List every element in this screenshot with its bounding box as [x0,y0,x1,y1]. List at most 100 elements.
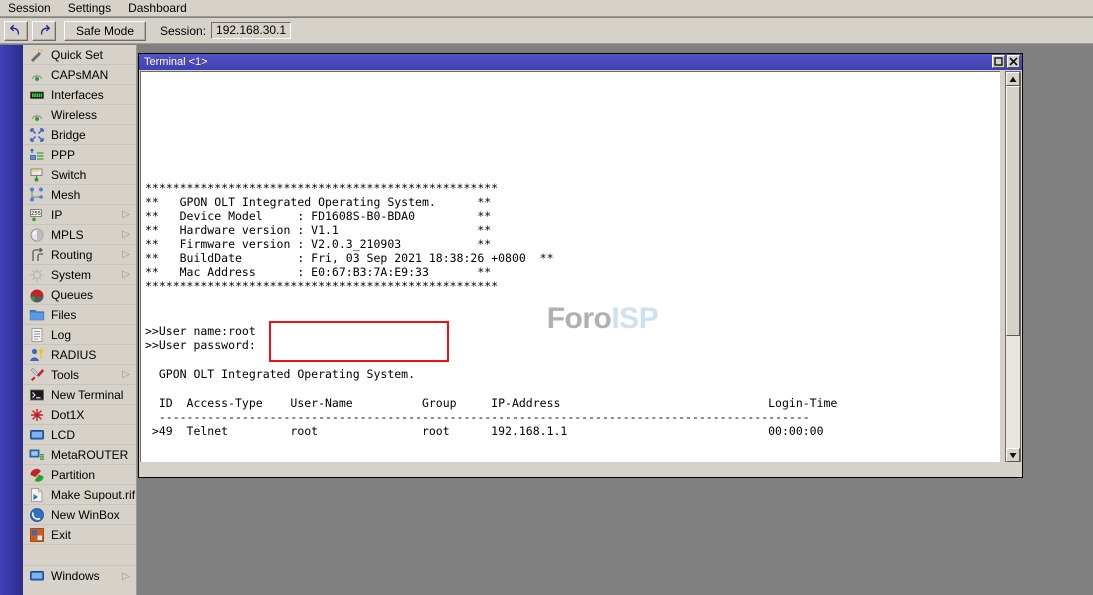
terminal-vertical-scrollbar[interactable] [1005,71,1021,463]
sidebar-item-label: Windows [51,569,100,583]
sidebar-menu-list: Quick Set CAPsMAN Interfaces Wireless [23,45,137,595]
bridge-icon [29,127,45,143]
scroll-up-arrow-icon [1009,76,1017,83]
terminal-icon [29,387,45,403]
lcd-icon [29,427,45,443]
menu-bar: Session Settings Dashboard [0,0,1093,17]
exit-icon [29,527,45,543]
sidebar-item-label: CAPsMAN [51,68,108,82]
metarouter-icon [29,447,45,463]
sidebar-item-label: System [51,268,91,282]
sidebar-item-exit[interactable]: Exit [23,525,136,545]
sidebar-item-ip[interactable]: 255 IP ▷ [23,205,136,225]
sidebar-item-label: Wireless [51,108,97,122]
scrollbar-track[interactable] [1006,86,1020,448]
sidebar-item-label: New Terminal [51,388,123,402]
menu-item-settings[interactable]: Settings [60,0,120,16]
sidebar-item-label: Mesh [51,188,80,202]
sidebar-item-label: RADIUS [51,348,96,362]
chevron-right-icon: ▷ [122,249,130,260]
close-button[interactable] [1007,55,1020,68]
sidebar-item-lcd[interactable]: LCD [23,425,136,445]
session-table-row: >49 Telnet root root 192.168.1.1 00:00:0… [145,424,824,438]
scrollbar-thumb[interactable] [1006,86,1020,336]
sidebar-item-dot1x[interactable]: Dot1X [23,405,136,425]
tools-icon [29,367,45,383]
dot1x-icon [29,407,45,423]
safe-mode-button[interactable]: Safe Mode [64,21,146,41]
sidebar-item-label: Tools [51,368,79,382]
winbox-brand-rail: WinBox [0,45,23,595]
scroll-up-button[interactable] [1006,72,1020,86]
sidebar-item-metarouter[interactable]: MetaROUTER [23,445,136,465]
windows-icon [29,568,45,584]
antenna-icon [29,67,45,83]
terminal-title-text: Terminal <1> [144,56,208,68]
sidebar-item-wireless[interactable]: Wireless [23,105,136,125]
chevron-right-icon: ▷ [122,369,130,380]
close-icon [1009,57,1018,66]
wand-icon [29,47,45,63]
sidebar-item-quick-set[interactable]: Quick Set [23,45,136,65]
redo-arrow-icon [37,24,51,37]
winbox-icon [29,507,45,523]
mesh-icon [29,187,45,203]
redo-button[interactable] [32,21,56,41]
sidebar-item-label: New WinBox [51,508,120,522]
maximize-button[interactable] [992,55,1005,68]
sidebar-item-label: Routing [51,248,92,262]
terminal-banner-text: ****************************************… [145,181,554,293]
sidebar-item-new-winbox[interactable]: New WinBox [23,505,136,525]
chevron-right-icon: ▷ [122,229,130,240]
scroll-down-button[interactable] [1006,448,1020,462]
log-icon [29,327,45,343]
sidebar-item-mpls[interactable]: MPLS ▷ [23,225,136,245]
supout-icon [29,487,45,503]
routing-icon [29,247,45,263]
sidebar-item-files[interactable]: Files [23,305,136,325]
session-address-field[interactable]: 192.168.30.1 [211,22,291,39]
toolbar: Safe Mode Session: 192.168.30.1 [0,18,1093,44]
sidebar-item-switch[interactable]: Switch [23,165,136,185]
maximize-icon [994,57,1003,66]
sidebar-item-make-supout[interactable]: Make Supout.rif [23,485,136,505]
undo-button[interactable] [4,21,28,41]
sidebar-item-label: Make Supout.rif [51,488,135,502]
terminal-body: ForoISP ********************************… [139,70,1022,477]
sidebar-item-label: Bridge [51,128,86,142]
sidebar-item-mesh[interactable]: Mesh [23,185,136,205]
sidebar-item-system[interactable]: System ▷ [23,265,136,285]
sidebar-item-interfaces[interactable]: Interfaces [23,85,136,105]
sidebar-item-label: Quick Set [51,48,103,62]
sidebar-item-radius[interactable]: RADIUS [23,345,136,365]
sidebar-item-log[interactable]: Log [23,325,136,345]
menu-item-session[interactable]: Session [0,0,60,16]
chevron-right-icon: ▷ [122,571,130,582]
sidebar-item-partition[interactable]: Partition [23,465,136,485]
sidebar-item-label: Log [51,328,71,342]
sidebar-item-queues[interactable]: Queues [23,285,136,305]
switch-icon [29,167,45,183]
sidebar-item-ppp[interactable]: PPP [23,145,136,165]
foroisp-watermark: ForoISP [484,298,658,340]
ip-255-icon: 255 [29,207,45,223]
sidebar-spacer [23,545,136,566]
chevron-right-icon: ▷ [122,269,130,280]
terminal-welcome-line: GPON OLT Integrated Operating System. [145,367,415,381]
sidebar-item-capsman[interactable]: CAPsMAN [23,65,136,85]
chevron-right-icon: ▷ [122,209,130,220]
login-highlight-box [269,321,449,362]
menu-item-dashboard[interactable]: Dashboard [120,0,196,16]
sidebar-item-tools[interactable]: Tools ▷ [23,365,136,385]
sidebar-item-new-terminal[interactable]: New Terminal [23,385,136,405]
system-gear-icon [29,267,45,283]
terminal-title-bar[interactable]: Terminal <1> [139,54,1022,70]
session-table-rule: ----------------------------------------… [145,410,810,424]
sidebar-item-routing[interactable]: Routing ▷ [23,245,136,265]
sidebar-item-bridge[interactable]: Bridge [23,125,136,145]
undo-arrow-icon [9,24,23,37]
sidebar-item-label: MetaROUTER [51,448,128,462]
sidebar-item-windows[interactable]: Windows ▷ [23,566,136,586]
terminal-output[interactable]: ForoISP ********************************… [140,71,1000,463]
sidebar-item-label: Switch [51,168,86,182]
